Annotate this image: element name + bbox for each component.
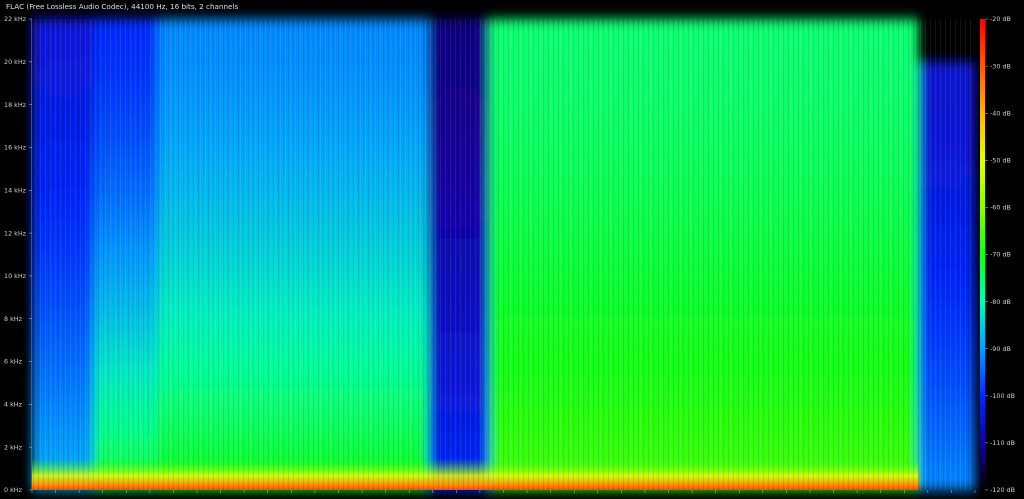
colorbar-tick-label: -100 dB bbox=[990, 392, 1015, 400]
colorbar bbox=[980, 19, 985, 490]
y-axis-tick-label: 20 kHz bbox=[4, 58, 27, 66]
y-axis-tick-label: 4 kHz bbox=[4, 401, 23, 409]
streak-texture bbox=[32, 19, 975, 490]
y-axis-tick-label: 10 kHz bbox=[4, 272, 27, 280]
y-axis-tick-label: 0 kHz bbox=[4, 486, 23, 494]
colorbar-tick-label: -120 dB bbox=[990, 486, 1015, 494]
colorbar-tick-label: -60 dB bbox=[990, 204, 1011, 212]
y-axis-tick-label: 22 kHz bbox=[4, 15, 27, 23]
spectrogram-chart: 0 kHz 2 kHz 4 kHz 6 kHz 8 kHz 10 kHz 12 kHz 14 … bbox=[4, 15, 1015, 494]
y-axis-tick-label: 14 kHz bbox=[4, 186, 27, 194]
y-axis-tick-label: 12 kHz bbox=[4, 229, 27, 237]
colorbar-tick-label: -50 dB bbox=[990, 157, 1011, 165]
spectrogram-window: FLAC (Free Lossless Audio Codec), 44100 … bbox=[0, 0, 1024, 499]
colorbar-tick-label: -40 dB bbox=[990, 109, 1011, 117]
y-axis-tick-label: 2 kHz bbox=[4, 443, 23, 451]
y-axis-tick-label: 8 kHz bbox=[4, 315, 23, 323]
colorbar-tick-label: -90 dB bbox=[990, 345, 1011, 353]
y-axis-tick-label: 6 kHz bbox=[4, 358, 23, 366]
colorbar-tick-label: -110 dB bbox=[990, 439, 1015, 447]
colorbar-tick-label: -80 dB bbox=[990, 298, 1011, 306]
colorbar-tick-label: -70 dB bbox=[990, 251, 1011, 259]
y-axis-tick-label: 16 kHz bbox=[4, 144, 27, 152]
colorbar-tick-label: -30 dB bbox=[990, 62, 1011, 70]
y-axis-tick-label: 18 kHz bbox=[4, 101, 27, 109]
colorbar-tick-label: -20 dB bbox=[990, 15, 1011, 23]
